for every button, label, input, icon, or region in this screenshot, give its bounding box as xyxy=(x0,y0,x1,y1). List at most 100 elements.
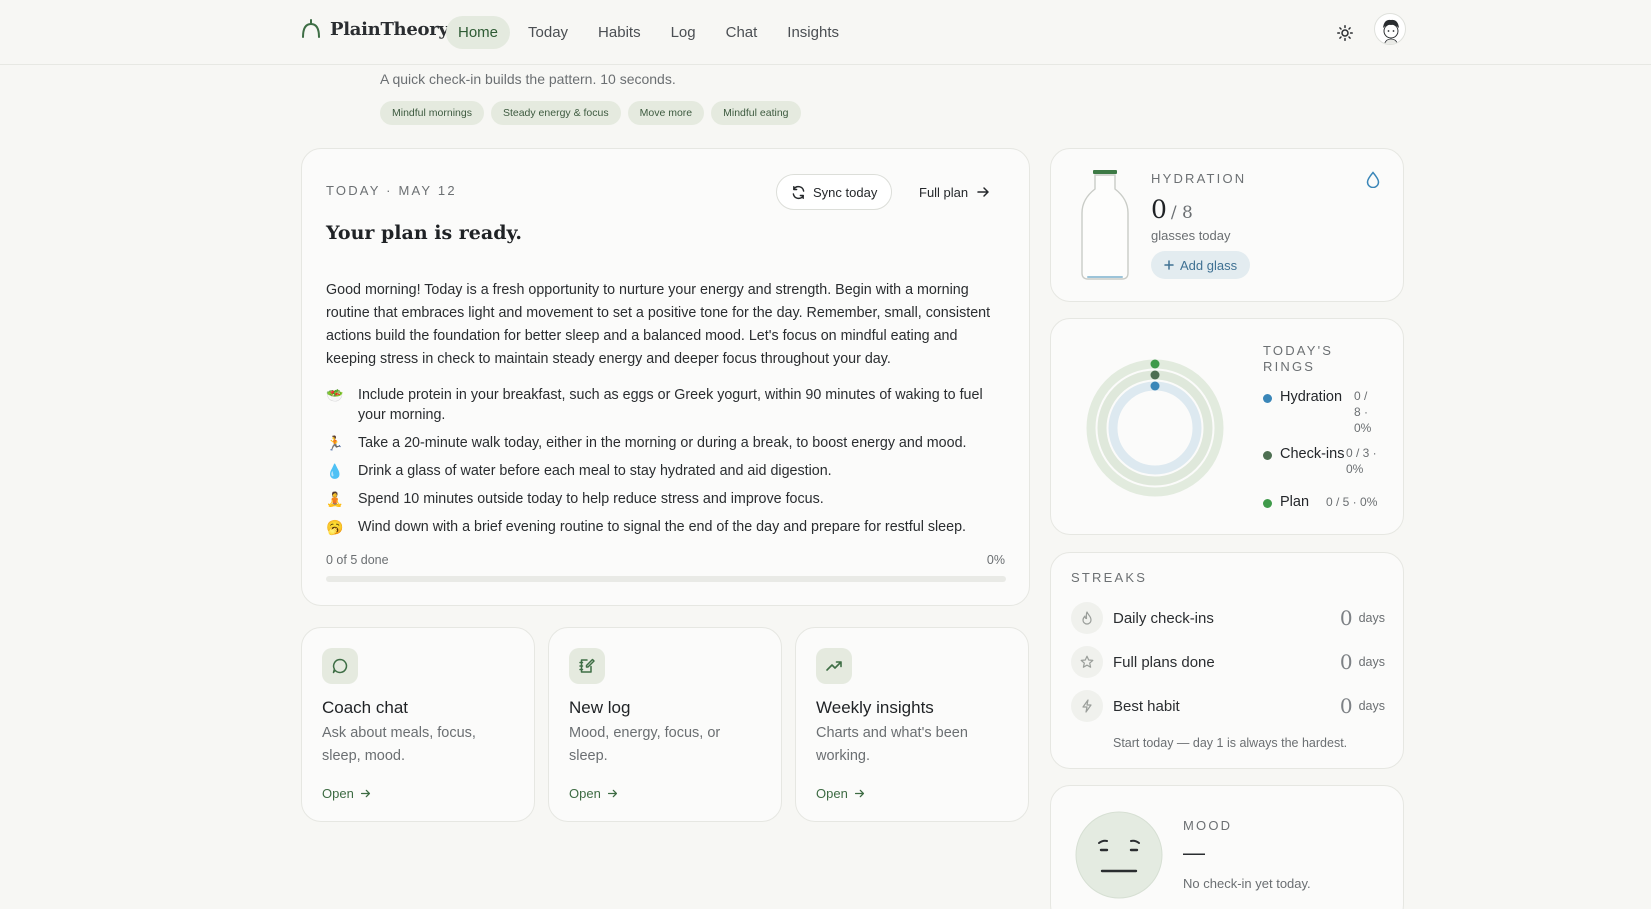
brand[interactable]: PlainTheory xyxy=(300,18,449,40)
plan-progress-bar xyxy=(326,576,1006,582)
streak-name: Full plans done xyxy=(1113,653,1215,671)
rings-title: TODAY'S RINGS xyxy=(1263,343,1334,374)
daily-plan-card: TODAY · MAY 12 Sync today Full plan Your… xyxy=(301,148,1030,606)
legend-dot xyxy=(1263,451,1272,460)
flame-icon xyxy=(1071,602,1103,634)
nav-item-today[interactable]: Today xyxy=(516,16,580,49)
plan-task-item[interactable]: 💧 Drink a glass of water before each mea… xyxy=(326,461,1006,481)
plan-body: Good morning! Today is a fresh opportuni… xyxy=(326,282,991,367)
arrow-right-icon xyxy=(854,789,864,798)
streak-unit: days xyxy=(1358,611,1385,625)
streak-value: 0 xyxy=(1339,650,1353,674)
nav-item-habits[interactable]: Habits xyxy=(586,16,653,49)
page-subtitle: A quick check-in builds the pattern. 10 … xyxy=(380,71,676,87)
card-title: Coach chat xyxy=(322,698,408,717)
new-log-card[interactable]: New log Mood, energy, focus, or sleep. O… xyxy=(548,627,782,822)
legend-value: 0 / 8 · 0% xyxy=(1354,389,1372,435)
streak-name: Daily check-ins xyxy=(1113,609,1214,627)
open-link[interactable]: Open xyxy=(569,786,618,801)
full-plan-link[interactable]: Full plan xyxy=(919,174,990,210)
weekly-insights-card[interactable]: Weekly insights Charts and what's been w… xyxy=(795,627,1029,822)
chat-bubble-icon xyxy=(322,648,358,684)
arrow-right-icon xyxy=(607,789,617,798)
mood-caption: No check-in yet today. xyxy=(1183,876,1311,891)
refresh-icon xyxy=(792,185,805,199)
meditation-icon: 🧘 xyxy=(326,491,344,507)
focus-chip[interactable]: Mindful eating xyxy=(711,101,801,125)
bolt-icon xyxy=(1071,690,1103,722)
star-icon xyxy=(1071,646,1103,678)
todays-rings-card: TODAY'S RINGS Hydration 0 / 8 · 0% Check… xyxy=(1050,318,1404,535)
open-link[interactable]: Open xyxy=(322,786,371,801)
nav-item-home[interactable]: Home xyxy=(446,16,511,49)
legend-name: Hydration xyxy=(1280,389,1343,405)
trending-up-icon xyxy=(816,648,852,684)
focus-chip[interactable]: Move more xyxy=(627,101,705,125)
focus-chips: Mindful mornings Steady energy & focus M… xyxy=(380,101,801,125)
neutral-face-icon xyxy=(1075,811,1163,899)
water-drop-icon xyxy=(1366,171,1380,188)
card-description: Ask about meals, focus, sleep, mood. xyxy=(322,725,476,764)
sun-icon xyxy=(1337,25,1353,41)
activity-rings xyxy=(1086,359,1224,497)
main-nav: Home Today Habits Log Chat Insights xyxy=(446,16,851,49)
streak-unit: days xyxy=(1358,699,1385,713)
open-label: Open xyxy=(569,786,601,801)
streak-row-best-habit: Best habit 0 days xyxy=(1071,689,1385,723)
focus-chip[interactable]: Steady energy & focus xyxy=(490,101,621,125)
rings-legend-check-ins: Check-ins 0 / 3 · 0% xyxy=(1263,445,1386,477)
sync-today-label: Sync today xyxy=(813,184,878,200)
hydration-count: 0/ 8 xyxy=(1151,195,1193,224)
open-label: Open xyxy=(816,786,848,801)
legend-value: 0 / 5 · 0% xyxy=(1326,495,1378,509)
rings-legend-hydration: Hydration 0 / 8 · 0% xyxy=(1263,388,1376,436)
open-label: Open xyxy=(322,786,354,801)
mood-title: MOOD xyxy=(1183,818,1233,833)
water-bottle-icon xyxy=(1081,170,1129,280)
plan-date: TODAY · MAY 12 xyxy=(326,183,457,198)
coach-chat-card[interactable]: Coach chat Ask about meals, focus, sleep… xyxy=(301,627,535,822)
plan-task-text: Spend 10 minutes outside today to help r… xyxy=(358,491,824,507)
nav-item-log[interactable]: Log xyxy=(659,16,708,49)
arrow-right-icon xyxy=(977,187,989,197)
water-drop-icon: 💧 xyxy=(326,463,344,479)
theme-toggle-button[interactable] xyxy=(1332,20,1358,46)
streak-row-full-plans: Full plans done 0 days xyxy=(1071,645,1385,679)
card-title: New log xyxy=(569,698,631,717)
add-glass-button[interactable]: Add glass xyxy=(1151,251,1251,279)
plus-icon xyxy=(1164,260,1174,270)
notebook-pen-icon xyxy=(569,648,605,684)
plan-task-item[interactable]: 🏃 Take a 20-minute walk today, either in… xyxy=(326,433,1006,453)
legend-name: Plan xyxy=(1280,494,1310,510)
nav-item-chat[interactable]: Chat xyxy=(714,16,770,49)
streak-unit: days xyxy=(1358,655,1385,669)
hydration-caption: glasses today xyxy=(1151,228,1231,243)
mood-value: — xyxy=(1183,840,1205,865)
plan-task-item[interactable]: 🧘 Spend 10 minutes outside today to help… xyxy=(326,489,1006,509)
legend-name: Check-ins xyxy=(1280,446,1345,462)
focus-chip[interactable]: Mindful mornings xyxy=(380,101,484,125)
open-link[interactable]: Open xyxy=(816,786,865,801)
streak-row-daily-check-ins: Daily check-ins 0 days xyxy=(1071,601,1385,635)
streaks-note: Start today — day 1 is always the hardes… xyxy=(1113,736,1348,750)
rings-legend-plan: Plan 0 / 5 · 0% xyxy=(1263,493,1377,511)
legend-dot xyxy=(1263,499,1272,508)
avatar-illustration-icon xyxy=(1383,19,1399,44)
salad-icon: 🥗 xyxy=(326,387,344,403)
hydration-goal: / 8 xyxy=(1170,203,1193,223)
plan-task-item[interactable]: 🥱 Wind down with a brief evening routine… xyxy=(326,517,1006,537)
streak-value: 0 xyxy=(1339,606,1353,630)
runner-icon: 🏃 xyxy=(326,435,344,451)
streak-name: Best habit xyxy=(1113,697,1180,715)
plan-task-item[interactable]: 🥗 Include protein in your breakfast, suc… xyxy=(326,385,1006,425)
plan-task-text: Include protein in your breakfast, such … xyxy=(358,387,983,423)
sync-today-button[interactable]: Sync today xyxy=(776,174,893,210)
plan-task-list: 🥗 Include protein in your breakfast, suc… xyxy=(326,385,1006,545)
nav-item-insights[interactable]: Insights xyxy=(775,16,851,49)
hydration-title: HYDRATION xyxy=(1151,171,1247,186)
mood-card: MOOD — No check-in yet today. xyxy=(1050,785,1404,909)
streaks-title: STREAKS xyxy=(1071,570,1148,585)
streaks-card: STREAKS Daily check-ins 0 days Full plan… xyxy=(1050,552,1404,769)
plan-progress-label: 0 of 5 done xyxy=(326,553,389,567)
avatar[interactable] xyxy=(1374,13,1406,45)
